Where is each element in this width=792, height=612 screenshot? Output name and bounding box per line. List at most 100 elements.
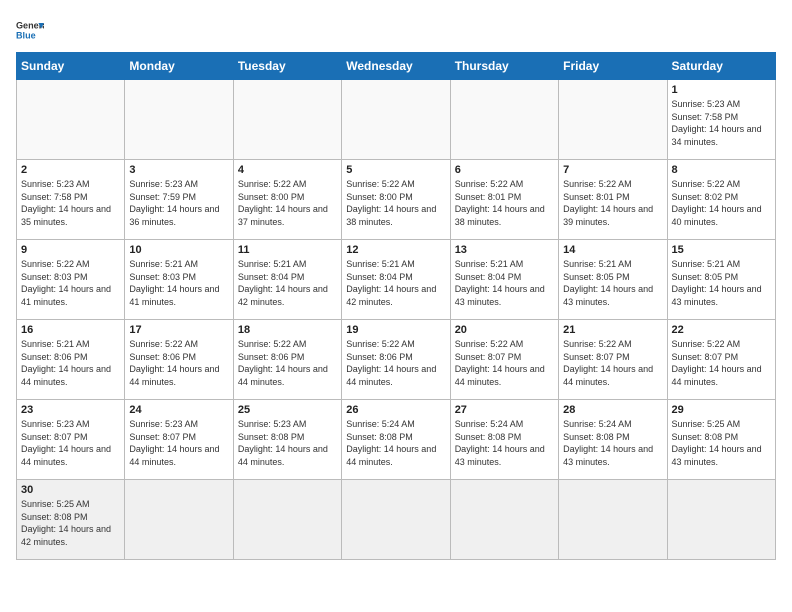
day-info: Sunrise: 5:21 AM Sunset: 8:03 PM Dayligh… xyxy=(129,258,228,308)
calendar-day-cell xyxy=(667,480,775,560)
calendar-day-cell xyxy=(125,480,233,560)
weekday-header-saturday: Saturday xyxy=(667,53,775,80)
day-info: Sunrise: 5:23 AM Sunset: 8:07 PM Dayligh… xyxy=(129,418,228,468)
day-info: Sunrise: 5:25 AM Sunset: 8:08 PM Dayligh… xyxy=(672,418,771,468)
calendar-day-cell: 26 Sunrise: 5:24 AM Sunset: 8:08 PM Dayli… xyxy=(342,400,450,480)
calendar-day-cell: 25Sunrise: 5:23 AM Sunset: 8:08 PM Dayli… xyxy=(233,400,341,480)
calendar-day-cell: 5 Sunrise: 5:22 AM Sunset: 8:00 PM Daylig… xyxy=(342,160,450,240)
day-info: Sunrise: 5:22 AM Sunset: 8:00 PM Dayligh… xyxy=(238,178,337,228)
day-number: 2 xyxy=(21,164,120,176)
day-info: Sunrise: 5:22 AM Sunset: 8:07 PM Dayligh… xyxy=(455,338,554,388)
day-info: Sunrise: 5:21 AM Sunset: 8:04 PM Dayligh… xyxy=(238,258,337,308)
day-info: Sunrise: 5:23 AM Sunset: 8:08 PM Dayligh… xyxy=(238,418,337,468)
day-number: 23 xyxy=(21,404,120,416)
calendar-day-cell: 10 Sunrise: 5:21 AM Sunset: 8:03 PM Dayli… xyxy=(125,240,233,320)
calendar-day-cell xyxy=(450,80,558,160)
calendar-day-cell: 7 Sunrise: 5:22 AM Sunset: 8:01 PM Daylig… xyxy=(559,160,667,240)
calendar-day-cell xyxy=(233,80,341,160)
day-number: 18 xyxy=(238,324,337,336)
day-info: Sunrise: 5:22 AM Sunset: 8:00 PM Dayligh… xyxy=(346,178,445,228)
day-info: Sunrise: 5:22 AM Sunset: 8:07 PM Dayligh… xyxy=(563,338,662,388)
generalblue-logo-icon: General Blue xyxy=(16,16,44,44)
day-info: Sunrise: 5:23 AM Sunset: 7:58 PM Dayligh… xyxy=(672,98,771,148)
weekday-header-monday: Monday xyxy=(125,53,233,80)
weekday-header-sunday: Sunday xyxy=(17,53,125,80)
weekday-header-row: SundayMondayTuesdayWednesdayThursdayFrid… xyxy=(17,53,776,80)
day-info: Sunrise: 5:23 AM Sunset: 7:59 PM Dayligh… xyxy=(129,178,228,228)
calendar-week-row: 1Sunrise: 5:23 AM Sunset: 7:58 PM Daylig… xyxy=(17,80,776,160)
day-number: 14 xyxy=(563,244,662,256)
calendar-day-cell: 4Sunrise: 5:22 AM Sunset: 8:00 PM Daylig… xyxy=(233,160,341,240)
day-number: 10 xyxy=(129,244,228,256)
day-number: 19 xyxy=(346,324,445,336)
calendar-day-cell: 9 Sunrise: 5:22 AM Sunset: 8:03 PM Daylig… xyxy=(17,240,125,320)
day-number: 30 xyxy=(21,484,120,496)
calendar-day-cell: 27Sunrise: 5:24 AM Sunset: 8:08 PM Dayli… xyxy=(450,400,558,480)
day-info: Sunrise: 5:24 AM Sunset: 8:08 PM Dayligh… xyxy=(455,418,554,468)
day-info: Sunrise: 5:21 AM Sunset: 8:05 PM Dayligh… xyxy=(563,258,662,308)
calendar-week-row: 16Sunrise: 5:21 AM Sunset: 8:06 PM Dayli… xyxy=(17,320,776,400)
svg-text:Blue: Blue xyxy=(16,30,36,40)
calendar-week-row: 30 Sunrise: 5:25 AM Sunset: 8:08 PM Dayli… xyxy=(17,480,776,560)
day-info: Sunrise: 5:22 AM Sunset: 8:01 PM Dayligh… xyxy=(455,178,554,228)
day-number: 11 xyxy=(238,244,337,256)
day-number: 7 xyxy=(563,164,662,176)
calendar-day-cell: 14 Sunrise: 5:21 AM Sunset: 8:05 PM Dayli… xyxy=(559,240,667,320)
day-info: Sunrise: 5:22 AM Sunset: 8:06 PM Dayligh… xyxy=(129,338,228,388)
calendar-day-cell xyxy=(233,480,341,560)
calendar-day-cell: 18 Sunrise: 5:22 AM Sunset: 8:06 PM Dayli… xyxy=(233,320,341,400)
day-number: 28 xyxy=(563,404,662,416)
calendar-day-cell: 6 Sunrise: 5:22 AM Sunset: 8:01 PM Daylig… xyxy=(450,160,558,240)
calendar-day-cell: 29 Sunrise: 5:25 AM Sunset: 8:08 PM Dayli… xyxy=(667,400,775,480)
day-info: Sunrise: 5:22 AM Sunset: 8:06 PM Dayligh… xyxy=(346,338,445,388)
day-number: 29 xyxy=(672,404,771,416)
weekday-header-thursday: Thursday xyxy=(450,53,558,80)
calendar-day-cell xyxy=(559,80,667,160)
weekday-header-wednesday: Wednesday xyxy=(342,53,450,80)
calendar-day-cell: 3Sunrise: 5:23 AM Sunset: 7:59 PM Daylig… xyxy=(125,160,233,240)
calendar-table: SundayMondayTuesdayWednesdayThursdayFrid… xyxy=(16,52,776,560)
calendar-week-row: 9 Sunrise: 5:22 AM Sunset: 8:03 PM Daylig… xyxy=(17,240,776,320)
calendar-day-cell: 24Sunrise: 5:23 AM Sunset: 8:07 PM Dayli… xyxy=(125,400,233,480)
calendar-day-cell: 2 Sunrise: 5:23 AM Sunset: 7:58 PM Daylig… xyxy=(17,160,125,240)
header-row: General Blue xyxy=(16,16,776,44)
day-number: 16 xyxy=(21,324,120,336)
day-info: Sunrise: 5:21 AM Sunset: 8:04 PM Dayligh… xyxy=(346,258,445,308)
day-info: Sunrise: 5:22 AM Sunset: 8:01 PM Dayligh… xyxy=(563,178,662,228)
day-number: 5 xyxy=(346,164,445,176)
day-info: Sunrise: 5:24 AM Sunset: 8:08 PM Dayligh… xyxy=(563,418,662,468)
calendar-day-cell: 13 Sunrise: 5:21 AM Sunset: 8:04 PM Dayli… xyxy=(450,240,558,320)
weekday-header-friday: Friday xyxy=(559,53,667,80)
day-number: 15 xyxy=(672,244,771,256)
day-number: 17 xyxy=(129,324,228,336)
calendar-day-cell xyxy=(17,80,125,160)
day-number: 8 xyxy=(672,164,771,176)
day-info: Sunrise: 5:23 AM Sunset: 8:07 PM Dayligh… xyxy=(21,418,120,468)
day-number: 9 xyxy=(21,244,120,256)
day-number: 13 xyxy=(455,244,554,256)
calendar-day-cell xyxy=(559,480,667,560)
calendar-day-cell: 21Sunrise: 5:22 AM Sunset: 8:07 PM Dayli… xyxy=(559,320,667,400)
day-info: Sunrise: 5:21 AM Sunset: 8:04 PM Dayligh… xyxy=(455,258,554,308)
day-info: Sunrise: 5:23 AM Sunset: 7:58 PM Dayligh… xyxy=(21,178,120,228)
calendar-day-cell: 20Sunrise: 5:22 AM Sunset: 8:07 PM Dayli… xyxy=(450,320,558,400)
day-info: Sunrise: 5:22 AM Sunset: 8:07 PM Dayligh… xyxy=(672,338,771,388)
calendar-day-cell xyxy=(125,80,233,160)
day-info: Sunrise: 5:22 AM Sunset: 8:06 PM Dayligh… xyxy=(238,338,337,388)
calendar-day-cell: 12Sunrise: 5:21 AM Sunset: 8:04 PM Dayli… xyxy=(342,240,450,320)
day-info: Sunrise: 5:25 AM Sunset: 8:08 PM Dayligh… xyxy=(21,498,120,548)
day-number: 26 xyxy=(346,404,445,416)
logo-area: General Blue xyxy=(16,16,44,44)
calendar-container: General Blue SundayMondayTuesdayWednesda… xyxy=(0,0,792,612)
calendar-day-cell: 11 Sunrise: 5:21 AM Sunset: 8:04 PM Dayli… xyxy=(233,240,341,320)
calendar-day-cell: 15 Sunrise: 5:21 AM Sunset: 8:05 PM Dayli… xyxy=(667,240,775,320)
calendar-day-cell: 23 Sunrise: 5:23 AM Sunset: 8:07 PM Dayli… xyxy=(17,400,125,480)
calendar-day-cell xyxy=(342,480,450,560)
day-info: Sunrise: 5:22 AM Sunset: 8:03 PM Dayligh… xyxy=(21,258,120,308)
calendar-day-cell: 16Sunrise: 5:21 AM Sunset: 8:06 PM Dayli… xyxy=(17,320,125,400)
day-info: Sunrise: 5:21 AM Sunset: 8:05 PM Dayligh… xyxy=(672,258,771,308)
calendar-day-cell: 17 Sunrise: 5:22 AM Sunset: 8:06 PM Dayli… xyxy=(125,320,233,400)
day-info: Sunrise: 5:24 AM Sunset: 8:08 PM Dayligh… xyxy=(346,418,445,468)
calendar-day-cell xyxy=(450,480,558,560)
day-number: 6 xyxy=(455,164,554,176)
